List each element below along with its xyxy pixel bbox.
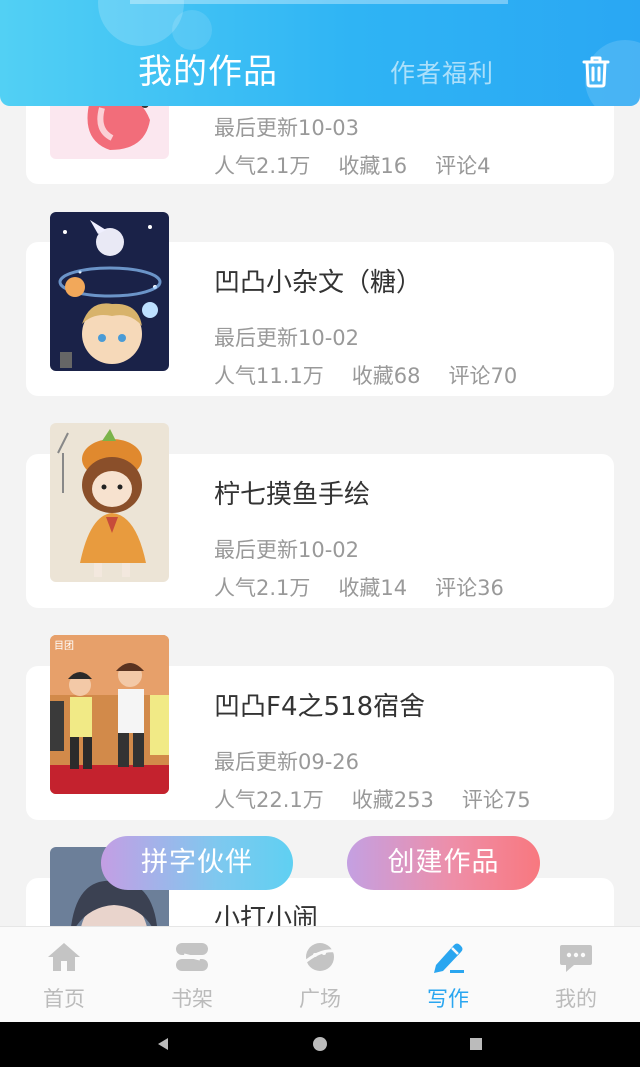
work-stats: 人气2.1万 收藏14 评论36 xyxy=(214,572,532,602)
nav-bookshelf[interactable]: 书架 xyxy=(128,927,256,1023)
planet-icon xyxy=(302,939,338,975)
back-icon[interactable] xyxy=(155,1036,171,1056)
nav-label: 书架 xyxy=(171,987,213,1011)
comments-count: 评论75 xyxy=(461,788,531,812)
work-cover[interactable] xyxy=(50,423,169,582)
nav-mine[interactable]: 我的 xyxy=(512,927,640,1023)
partner-button[interactable]: 拼字伙伴 xyxy=(101,836,293,890)
nav-home[interactable]: 首页 xyxy=(0,927,128,1023)
comments-count: 评论70 xyxy=(448,364,518,388)
work-cover[interactable] xyxy=(50,212,169,371)
work-updated: 最后更新09-26 xyxy=(214,750,360,774)
work-updated: 最后更新10-02 xyxy=(214,326,360,350)
bottom-nav: 首页 书架 广场 写作 我的 xyxy=(0,926,640,1022)
nav-label: 首页 xyxy=(43,987,85,1011)
work-stats: 人气22.1万 收藏253 评论75 xyxy=(214,784,559,814)
work-cover[interactable]: 目团 xyxy=(50,635,169,794)
tab-my-works[interactable]: 我的作品 xyxy=(138,44,278,93)
bookshelf-icon xyxy=(174,939,210,975)
work-stats: 人气11.1万 收藏68 评论70 xyxy=(214,360,545,390)
chat-bubble-icon xyxy=(558,939,594,975)
work-title[interactable]: 柠七摸鱼手绘 xyxy=(214,474,370,511)
work-updated: 最后更新10-02 xyxy=(214,538,360,562)
system-nav-bar xyxy=(0,1022,640,1067)
work-updated: 最后更新10-03 xyxy=(214,116,360,140)
nav-label: 广场 xyxy=(299,987,341,1011)
favorites-count: 收藏68 xyxy=(351,364,421,388)
popularity-count: 人气11.1万 xyxy=(214,364,324,388)
nav-square[interactable]: 广场 xyxy=(256,927,384,1023)
nav-label: 我的 xyxy=(555,987,597,1011)
nav-label: 写作 xyxy=(427,987,469,1011)
nav-write[interactable]: 写作 xyxy=(384,927,512,1023)
work-stats: 人气2.1万 收藏16 评论4 xyxy=(214,150,519,180)
works-list[interactable]: 最后更新10-03 人气2.1万 收藏16 评论4 凹凸小杂文（糖） 最后更新10-… xyxy=(0,0,640,926)
recents-icon[interactable] xyxy=(468,1036,484,1056)
favorites-count: 收藏16 xyxy=(338,154,408,178)
home-icon xyxy=(46,939,82,975)
popularity-count: 人气22.1万 xyxy=(214,788,324,812)
work-title[interactable]: 凹凸小杂文（糖） xyxy=(214,262,422,299)
header-bubble xyxy=(98,0,184,46)
trash-icon[interactable] xyxy=(580,54,612,88)
popularity-count: 人气2.1万 xyxy=(214,154,311,178)
header-decoration xyxy=(130,0,508,4)
comments-count: 评论36 xyxy=(435,576,504,600)
app-header: 我的作品 作者福利 xyxy=(0,0,640,106)
comments-count: 评论4 xyxy=(435,154,491,178)
popularity-count: 人气2.1万 xyxy=(214,576,311,600)
work-title[interactable]: 小打小闹 xyxy=(214,898,318,926)
work-title[interactable]: 凹凸F4之518宿舍 xyxy=(214,686,425,723)
pen-icon xyxy=(430,939,466,975)
favorites-count: 收藏14 xyxy=(338,576,408,600)
favorites-count: 收藏253 xyxy=(351,788,434,812)
tab-author-welfare[interactable]: 作者福利 xyxy=(390,54,494,90)
home-circle-icon[interactable] xyxy=(312,1036,328,1056)
svg-text:目团: 目团 xyxy=(54,640,74,652)
create-work-button[interactable]: 创建作品 xyxy=(347,836,540,890)
